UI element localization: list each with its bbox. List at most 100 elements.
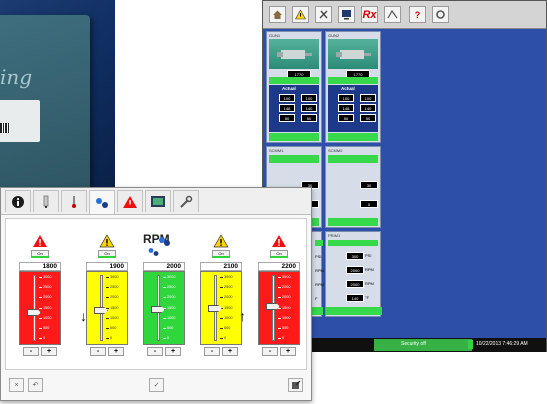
scale-tick-label: 0 [220, 336, 226, 340]
scale-ticks: 3000 2500 2000 1500 1000 500 0 [220, 275, 240, 341]
help-label: ? [414, 9, 421, 20]
stepper-buttons: - + [143, 347, 185, 356]
close-button[interactable]: × [9, 378, 24, 392]
reading-value: 100 [279, 94, 295, 102]
setpoint-value: 2100 [200, 262, 242, 271]
exit-button[interactable] [288, 378, 303, 392]
pump-unit: RPM [365, 267, 374, 272]
increment-button[interactable]: + [165, 347, 181, 356]
decrement-button[interactable]: - [204, 347, 220, 356]
increment-button[interactable]: + [108, 347, 124, 356]
pump-unit: PSI [365, 253, 372, 258]
increment-button[interactable]: + [222, 347, 238, 356]
help-icon[interactable]: ? [409, 6, 426, 23]
setpoint-value: 1900 [86, 262, 128, 271]
increment-button[interactable]: + [41, 347, 57, 356]
gun-unit-panel[interactable]: GUN1 1770 Actual 100 100 148 140 50 50 [266, 31, 322, 143]
unit-readings: Actual 100 100 148 140 50 50 [269, 85, 319, 132]
setpoint-slider[interactable]: 3000 2500 2000 1500 1000 500 0 [143, 271, 185, 345]
reading-value: 148 [279, 104, 295, 112]
pump-footer-bar[interactable] [326, 307, 382, 315]
scale-tick-label: 500 [278, 326, 288, 330]
reading-value: 50 [360, 114, 376, 122]
unit-status-bar [269, 77, 319, 84]
pump-panel[interactable]: PRIM1 300 PSI 2000 RPM 2000 RPM 140 °F [325, 231, 382, 317]
scale-tick-label: 3000 [220, 275, 232, 279]
spray-gun-image [328, 39, 378, 69]
setpoint-slider[interactable]: 3000 2500 2000 1500 1000 500 0 [200, 271, 242, 345]
monitor-icon[interactable] [338, 6, 355, 23]
gauge-low-low: On 2200 3000 2500 2000 1500 1000 500 0- + [258, 234, 300, 366]
scale-tick-label: 3000 [39, 275, 51, 279]
scale-tick-label: 1000 [39, 316, 51, 320]
setpoint-slider[interactable]: 3000 2500 2000 1500 1000 500 0 [258, 271, 300, 345]
reading-value: 50 [338, 114, 354, 122]
warning-icon[interactable] [292, 6, 309, 23]
decrement-button[interactable]: - [147, 347, 163, 356]
setpoint-slider[interactable]: 3000 2500 2000 1500 1000 500 0 [86, 271, 128, 345]
unit-footer-bar[interactable] [328, 133, 378, 141]
undo-icon: ↶ [32, 382, 39, 389]
mixer-footer-bar[interactable] [328, 218, 378, 226]
reading-value: 50 [279, 114, 295, 122]
undo-button[interactable]: ↶ [28, 378, 43, 392]
increment-button[interactable]: + [280, 347, 296, 356]
scale-tick-label: 2000 [220, 295, 232, 299]
setpoint-value: 2000 [143, 262, 185, 271]
rx-icon[interactable]: Rx [361, 6, 378, 23]
gun-unit-panel[interactable]: GUN2 1770 Actual 100 100 148 140 50 50 [325, 31, 381, 143]
pump-unit: °F [365, 295, 370, 300]
manual-label: 3A [0, 100, 40, 142]
tab-maintenance[interactable] [173, 190, 199, 212]
tab-alarms[interactable] [117, 190, 143, 212]
tab-screen[interactable] [145, 190, 171, 212]
scale-tick-label: 1500 [106, 306, 118, 310]
pump-value: 300 [346, 252, 364, 260]
scale-tick-label: 500 [163, 326, 173, 330]
confirm-button[interactable]: ✓ [149, 378, 164, 392]
spray-gun-image [269, 39, 319, 69]
pump-value: 140 [346, 294, 364, 302]
decrement-button[interactable]: - [90, 347, 106, 356]
close-icon: × [14, 381, 19, 389]
scale-ticks: 3000 2500 2000 1500 1000 500 0 [163, 275, 183, 341]
unit-section-label: Actual [341, 86, 355, 91]
unit-footer-bar[interactable] [269, 133, 319, 141]
tab-temperature[interactable] [61, 190, 87, 212]
pump-unit: PSI [315, 254, 322, 259]
status-indicator [468, 340, 473, 349]
scale-tick-label: 500 [39, 326, 49, 330]
decrement-button[interactable]: - [262, 347, 278, 356]
tab-gun[interactable] [33, 190, 59, 212]
mixer-status-bar [328, 155, 378, 163]
tab-rpm[interactable] [89, 190, 115, 214]
alarm-icon [123, 195, 137, 208]
network-icon[interactable] [384, 6, 401, 23]
pump-value: 2000 [346, 266, 364, 274]
setpoint-slider[interactable]: 3000 2500 2000 1500 1000 500 0 [19, 271, 61, 345]
enable-indicator [270, 256, 288, 258]
scale-tick-label: 1000 [278, 316, 290, 320]
status-datetime: 10/22/2013 7:46:29 AM [476, 341, 528, 347]
unit-status-bar [328, 77, 378, 84]
scale-tick-label: 2000 [278, 295, 290, 299]
mixer-value: 30 [360, 181, 378, 189]
reading-value: 100 [360, 94, 376, 102]
pump-title: PRIM1 [328, 233, 341, 238]
gauge-high-high: On 1800 3000 2500 2000 1500 1000 500 0- + [19, 234, 61, 366]
mixer-panel[interactable]: SCMM2 30 0 [325, 146, 381, 228]
info-icon [12, 195, 24, 208]
settings-icon[interactable] [432, 6, 449, 23]
scale-tick-label: 2500 [39, 285, 51, 289]
decrement-button[interactable]: - [23, 347, 39, 356]
tab-info[interactable] [5, 190, 31, 212]
home-icon[interactable] [269, 6, 286, 23]
manual-brand-text: ting [0, 65, 33, 89]
mixer-status-bar [269, 155, 319, 163]
scale-tick-label: 1000 [163, 316, 175, 320]
warning-triangle-icon [99, 234, 115, 248]
scale-tick-label: 3000 [278, 275, 290, 279]
tools-icon[interactable] [315, 6, 332, 23]
enable-indicator [31, 256, 49, 258]
enable-indicator [212, 256, 230, 258]
